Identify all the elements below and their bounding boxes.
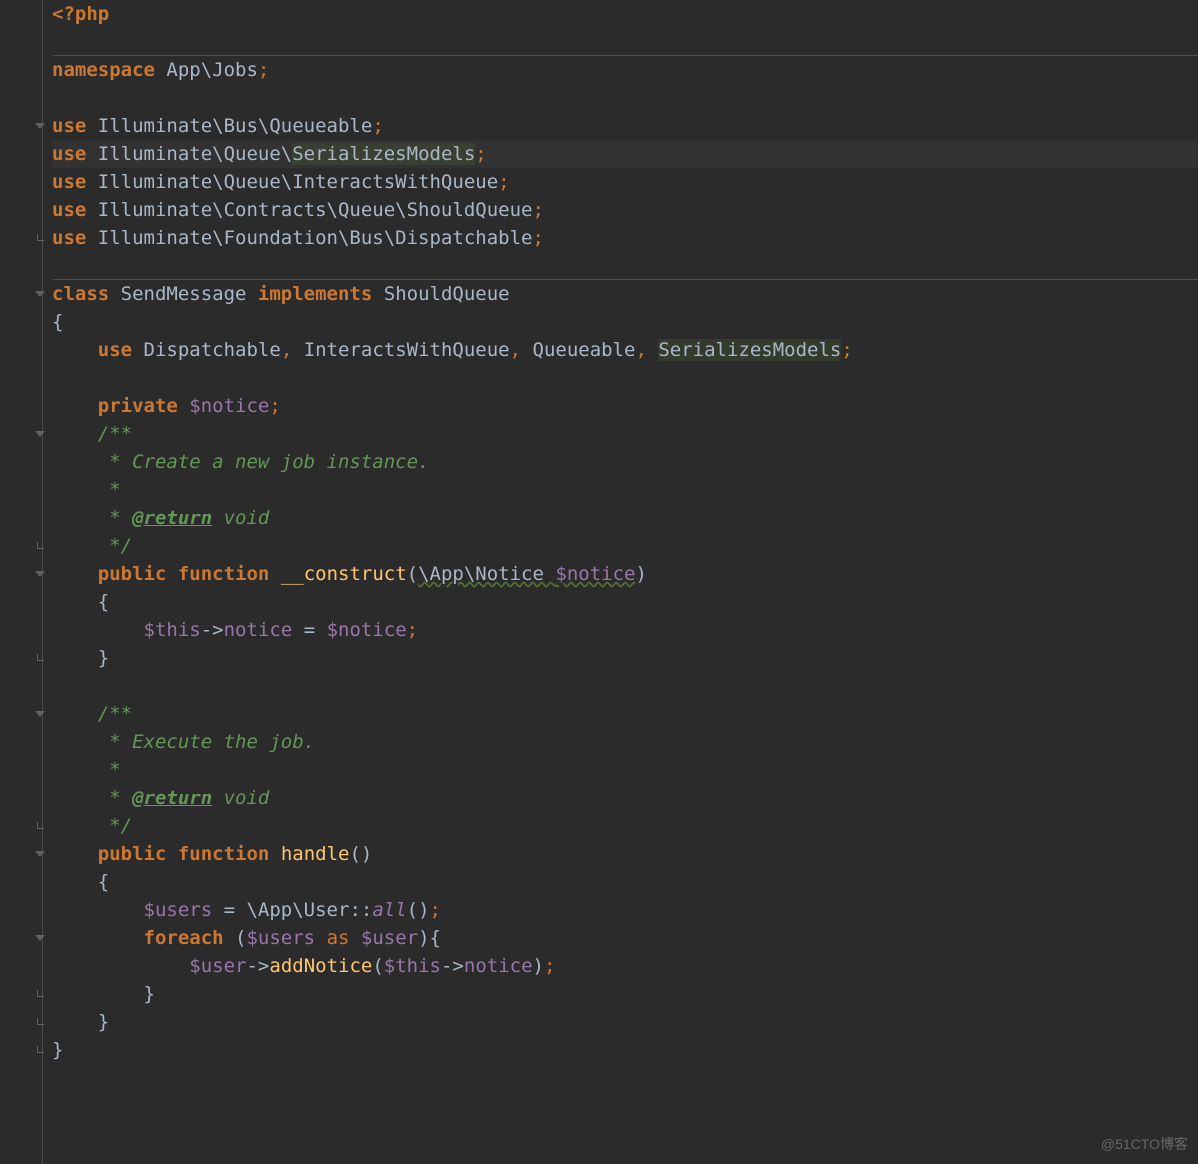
code-line: <?php — [52, 0, 1198, 28]
fold-close-icon[interactable] — [34, 1016, 46, 1028]
fold-open-icon[interactable] — [34, 848, 46, 860]
code-line: } — [52, 1008, 1198, 1036]
code-line: $user->addNotice($this->notice); — [52, 952, 1198, 980]
watermark: @51CTO博客 — [1101, 1130, 1188, 1158]
code-line: use Illuminate\Contracts\Queue\ShouldQue… — [52, 196, 1198, 224]
code-line: $this->notice = $notice; — [52, 616, 1198, 644]
code-line — [52, 364, 1198, 392]
code-line: use Dispatchable, InteractsWithQueue, Qu… — [52, 336, 1198, 364]
fold-open-icon[interactable] — [34, 120, 46, 132]
code-area[interactable]: <?php namespace App\Jobs; use Illuminate… — [48, 0, 1198, 1164]
code-editor[interactable]: <?php namespace App\Jobs; use Illuminate… — [0, 0, 1198, 1164]
fold-open-icon[interactable] — [34, 288, 46, 300]
code-line: * Create a new job instance. — [52, 448, 1198, 476]
code-line: use Illuminate\Foundation\Bus\Dispatchab… — [52, 224, 1198, 252]
code-line: use Illuminate\Queue\InteractsWithQueue; — [52, 168, 1198, 196]
code-line: /** — [52, 700, 1198, 728]
fold-close-icon[interactable] — [34, 1044, 46, 1056]
code-line: public function handle() — [52, 840, 1198, 868]
code-line: * — [52, 476, 1198, 504]
code-line: use Illuminate\Bus\Queueable; — [52, 112, 1198, 140]
code-line: /** — [52, 420, 1198, 448]
code-line: { — [52, 588, 1198, 616]
code-line: } — [52, 644, 1198, 672]
fold-close-icon[interactable] — [34, 652, 46, 664]
fold-open-icon[interactable] — [34, 708, 46, 720]
fold-close-icon[interactable] — [34, 232, 46, 244]
code-line: * @return void — [52, 784, 1198, 812]
code-line: public function __construct(\App\Notice … — [52, 560, 1198, 588]
code-line — [52, 252, 1198, 280]
code-line: $users = \App\User::all(); — [52, 896, 1198, 924]
code-line — [52, 84, 1198, 112]
code-line: namespace App\Jobs; — [52, 56, 1198, 84]
code-line — [52, 672, 1198, 700]
code-line: * — [52, 756, 1198, 784]
gutter — [0, 0, 48, 1164]
code-line: class SendMessage implements ShouldQueue — [52, 280, 1198, 308]
code-line: } — [52, 1036, 1198, 1064]
fold-open-icon[interactable] — [34, 568, 46, 580]
fold-open-icon[interactable] — [34, 428, 46, 440]
code-line: * @return void — [52, 504, 1198, 532]
code-line: * Execute the job. — [52, 728, 1198, 756]
code-line — [52, 28, 1198, 56]
fold-open-icon[interactable] — [34, 932, 46, 944]
code-line: private $notice; — [52, 392, 1198, 420]
code-line: { — [52, 868, 1198, 896]
code-line: foreach ($users as $user){ — [52, 924, 1198, 952]
code-line: */ — [52, 812, 1198, 840]
code-line: */ — [52, 532, 1198, 560]
code-line: { — [52, 308, 1198, 336]
fold-close-icon[interactable] — [34, 820, 46, 832]
code-line: } — [52, 980, 1198, 1008]
fold-close-icon[interactable] — [34, 540, 46, 552]
code-line-highlighted: use Illuminate\Queue\SerializesModels; — [52, 140, 1198, 168]
fold-close-icon[interactable] — [34, 988, 46, 1000]
